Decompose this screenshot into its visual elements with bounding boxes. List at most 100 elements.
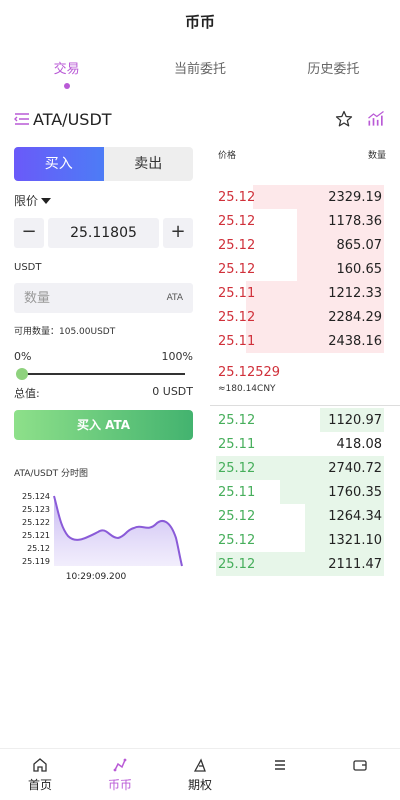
ask-price: 25.12: [218, 213, 256, 229]
bid-row[interactable]: 25.12 1120.97: [216, 408, 384, 432]
tab-order-history[interactable]: 历史委托: [267, 52, 400, 92]
price-increase-button[interactable]: +: [163, 218, 193, 248]
last-price-cny: ≈180.14CNY: [218, 384, 276, 394]
kline-chart-icon[interactable]: [366, 109, 386, 129]
percent-min-label: 0%: [14, 350, 32, 363]
ask-row[interactable]: 25.12 2329.19: [216, 185, 384, 209]
price-decrease-button[interactable]: −: [14, 218, 44, 248]
buy-tab-button[interactable]: 买入: [14, 147, 104, 181]
bid-price: 25.12: [218, 532, 256, 548]
bid-price: 25.11: [218, 436, 256, 452]
active-tab-indicator: [63, 83, 70, 89]
nav-home-label: 首页: [27, 778, 52, 792]
percent-labels: 0% 100%: [14, 350, 193, 363]
quantity-unit: ATA: [166, 293, 183, 303]
available-balance: 可用数量：105.00USDT: [14, 327, 116, 337]
bid-row[interactable]: 25.12 2111.47: [216, 552, 384, 576]
mini-chart-y-tick: 25.121: [22, 531, 50, 540]
ask-qty: 2329.19: [328, 189, 382, 205]
pair-menu-icon[interactable]: [14, 112, 30, 126]
tab-order-history-label: 历史委托: [307, 62, 360, 77]
bid-price: 25.12: [218, 556, 256, 572]
mini-chart-area: [54, 496, 182, 566]
mini-chart-y-tick: 25.119: [22, 557, 50, 566]
quantity-input[interactable]: [24, 290, 134, 306]
buy-sell-toggle: 买入 卖出: [14, 147, 193, 181]
nav-coin-trade-label: 币币: [107, 778, 132, 792]
price-stepper: − 25.11805 +: [14, 218, 193, 248]
options-icon: [193, 758, 206, 772]
orderbook-qty-header: 数量: [367, 151, 386, 161]
ask-qty: 865.07: [336, 237, 383, 253]
tab-open-orders[interactable]: 当前委托: [133, 52, 266, 92]
orderbook-price-header: 价格: [218, 151, 237, 161]
ask-row[interactable]: 25.12 2284.29: [216, 305, 384, 329]
quantity-field: ATA: [14, 283, 193, 313]
tab-trade[interactable]: 交易: [0, 52, 133, 92]
order-type-select[interactable]: 限价: [14, 192, 52, 209]
bid-qty: 2111.47: [328, 556, 382, 572]
ask-price: 25.11: [218, 285, 256, 301]
ask-price: 25.12: [218, 237, 256, 253]
ask-row[interactable]: 25.12 1178.36: [216, 209, 384, 233]
nav-options[interactable]: 期权: [160, 749, 240, 800]
tab-open-orders-label: 当前委托: [173, 62, 226, 77]
bid-qty: 418.08: [336, 436, 383, 452]
bid-price: 25.12: [218, 412, 256, 428]
price-input[interactable]: 25.11805: [48, 218, 159, 248]
order-type-label: 限价: [14, 194, 39, 208]
buy-submit-button[interactable]: 买入 ATA: [14, 410, 193, 440]
mini-chart-title: ATA/USDT 分时图: [14, 469, 89, 479]
ask-price: 25.12: [218, 261, 256, 277]
list-icon: [275, 760, 285, 770]
pair-name[interactable]: ATA/USDT: [33, 110, 112, 129]
ask-qty: 2284.29: [328, 309, 382, 325]
pair-bar: ATA/USDT: [14, 106, 386, 132]
total-label: 总值:: [14, 387, 40, 400]
total-row: 总值: 0 USDT: [14, 385, 193, 401]
page-title: 币币: [184, 13, 215, 31]
mini-chart-x-label: 10:29:09.200: [66, 572, 127, 582]
nav-home[interactable]: 首页: [0, 749, 80, 800]
ask-qty: 1178.36: [328, 213, 382, 229]
nav-wallet[interactable]: [320, 749, 400, 800]
ask-row[interactable]: 25.12 865.07: [216, 233, 384, 257]
ask-qty: 2438.16: [328, 333, 382, 349]
nav-coin-trade[interactable]: 币币: [80, 749, 160, 800]
ask-qty: 160.65: [336, 261, 383, 277]
ask-row[interactable]: 25.11 2438.16: [216, 329, 384, 353]
mini-chart-y-tick: 25.124: [22, 492, 50, 501]
mini-chart-y-tick: 25.12: [27, 544, 50, 553]
ask-row[interactable]: 25.12 160.65: [216, 257, 384, 281]
star-icon[interactable]: [334, 109, 354, 129]
coin-trade-icon: [113, 758, 127, 772]
total-value: 0 USDT: [152, 385, 193, 398]
bid-row[interactable]: 25.11 1760.35: [216, 480, 384, 504]
bid-price: 25.12: [218, 460, 256, 476]
sell-tab-button[interactable]: 卖出: [104, 147, 194, 181]
tab-bar: 交易 当前委托 历史委托: [0, 52, 400, 92]
bid-price: 25.11: [218, 484, 256, 500]
slider-thumb[interactable]: [16, 368, 28, 380]
percent-max-label: 100%: [161, 350, 193, 363]
bid-orders: 25.12 1120.97 25.11 418.08 25.12 2740.72 25.11…: [216, 408, 384, 576]
price-time-chart: 25.124 25.123 25.122 25.121 25.12 25.119 10:2…: [22, 492, 183, 582]
bid-qty: 2740.72: [328, 460, 382, 476]
nav-orders[interactable]: [240, 749, 320, 800]
price-unit-label: USDT: [14, 262, 42, 273]
bid-row[interactable]: 25.12 2740.72: [216, 456, 384, 480]
ask-price: 25.12: [218, 309, 256, 325]
bottom-nav: 首页 币币 期权: [0, 748, 400, 800]
bid-qty: 1264.34: [328, 508, 382, 524]
amount-slider[interactable]: [14, 368, 193, 380]
ask-qty: 1212.33: [328, 285, 382, 301]
last-price: 25.12529: [218, 365, 281, 380]
slider-track: [22, 373, 185, 375]
bid-price: 25.12: [218, 508, 256, 524]
ask-row[interactable]: 25.11 1212.33: [216, 281, 384, 305]
bid-row[interactable]: 25.12 1321.10: [216, 528, 384, 552]
bid-row[interactable]: 25.12 1264.34: [216, 504, 384, 528]
mini-chart-y-tick: 25.122: [22, 518, 50, 527]
home-icon: [33, 758, 47, 772]
bid-row[interactable]: 25.11 418.08: [216, 432, 384, 456]
